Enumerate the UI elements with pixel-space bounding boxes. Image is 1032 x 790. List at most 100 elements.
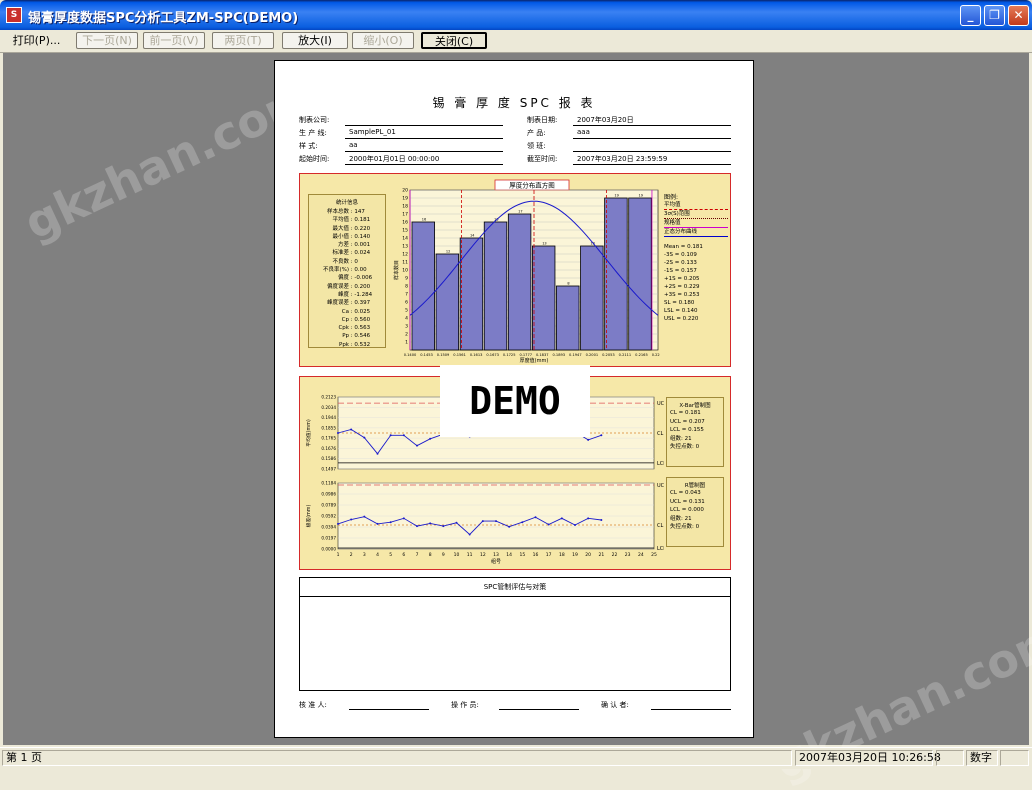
stat-label: 不良率(%) bbox=[322, 267, 349, 274]
x-tick-label: 0.1777 bbox=[519, 353, 532, 357]
x-tick-label: 0.1837 bbox=[536, 353, 549, 357]
r-point bbox=[442, 525, 445, 528]
stat-value: : 0.560 bbox=[349, 316, 371, 323]
y-tick-label: 3 bbox=[405, 324, 408, 330]
y-tick-label: 9 bbox=[405, 276, 408, 282]
r-point bbox=[455, 521, 458, 524]
y-axis-label: 样本数目 bbox=[393, 260, 400, 280]
stat-value: : 0.00 bbox=[349, 267, 367, 274]
minimize-button[interactable]: _ bbox=[960, 5, 981, 26]
y-tick-label: 2 bbox=[405, 332, 408, 338]
y-tick-label: 1 bbox=[405, 340, 408, 346]
info-row: UCL = 0.131 bbox=[670, 498, 705, 505]
evaluation-title: SPC管制评估与对策 bbox=[300, 578, 730, 597]
signature-line bbox=[499, 709, 579, 710]
xbar-point bbox=[402, 434, 405, 437]
status-datetime: 2007年03月20日 10:26:58 bbox=[795, 750, 941, 766]
ucl-label: UCL bbox=[657, 401, 664, 407]
stat-label: 不良数 bbox=[332, 258, 349, 265]
stat-label: Cpk bbox=[338, 325, 349, 332]
xbar-point bbox=[389, 434, 392, 437]
stat-row: 标准差 : 0.024 bbox=[311, 249, 383, 257]
legend-items: 平均值 3σ(S)范围 规格值 正态分布曲线 bbox=[664, 201, 728, 237]
histogram-bar bbox=[483, 221, 508, 351]
zoom-out-button[interactable]: 缩小(O) bbox=[352, 32, 414, 49]
x-tick-label: 5 bbox=[389, 552, 392, 558]
stat-value: : 0.001 bbox=[349, 242, 371, 249]
y-tick-label: 0.2123 bbox=[321, 395, 336, 400]
print-button[interactable]: 打印(P)... bbox=[3, 32, 70, 49]
stat-row: Pp : 0.546 bbox=[311, 332, 383, 340]
title-bar: S 锡膏厚度数据SPC分析工具ZM-SPC(DEMO) _ ❐ ✕ bbox=[0, 0, 1032, 30]
size-grip[interactable] bbox=[1000, 750, 1029, 766]
x-tick-label: 13 bbox=[493, 552, 499, 558]
x-tick-label: 15 bbox=[519, 552, 525, 558]
y-tick-label: 20 bbox=[402, 188, 408, 194]
y-tick-label: 0.0394 bbox=[321, 525, 336, 530]
stat-row: 不良率(%) : 0.00 bbox=[311, 266, 383, 274]
stats-box: 统计信息 样本总数 : 147 平均值 : 0.181 最大值 : 0.220 最小值… bbox=[308, 194, 386, 348]
y-tick-label: 14 bbox=[402, 236, 408, 242]
demo-stamp: DEMO bbox=[440, 365, 590, 437]
restore-button[interactable]: ❐ bbox=[984, 5, 1005, 26]
r-point bbox=[429, 522, 432, 525]
r-point bbox=[508, 525, 511, 528]
legend-value: +2S = 0.229 bbox=[664, 284, 700, 290]
divider bbox=[573, 125, 731, 126]
y-tick-label: 0.0789 bbox=[321, 503, 336, 508]
r-point bbox=[547, 523, 550, 526]
next-page-button[interactable]: 下一页(N) bbox=[76, 32, 138, 49]
stat-row: 最小值 : 0.140 bbox=[311, 233, 383, 241]
y-tick-label: 0.1765 bbox=[321, 436, 336, 441]
stat-row: 平均值 : 0.181 bbox=[311, 216, 383, 224]
x-tick-label: 2 bbox=[350, 552, 353, 558]
x-axis-label: 组号 bbox=[491, 558, 501, 565]
y-tick-label: 19 bbox=[402, 196, 408, 202]
end-value: 2007年03月20日 23:59:59 bbox=[577, 155, 668, 163]
evaluation-box: SPC管制评估与对策 bbox=[299, 577, 731, 691]
app-icon[interactable]: S bbox=[6, 7, 22, 23]
y-tick-label: 0.1586 bbox=[321, 456, 336, 461]
sample-label: 样 式: bbox=[299, 142, 318, 150]
y-tick-label: 10 bbox=[402, 268, 408, 274]
legend-value: +1S = 0.205 bbox=[664, 276, 700, 282]
x-tick-label: 16 bbox=[533, 552, 539, 558]
stat-label: 标准差 bbox=[332, 250, 349, 257]
close-preview-button[interactable]: 关闭(C) bbox=[421, 32, 487, 49]
prev-page-button[interactable]: 前一页(V) bbox=[143, 32, 205, 49]
info-row: 失控点数: 0 bbox=[670, 524, 700, 530]
stat-row: 偏度 : -0.006 bbox=[311, 274, 383, 282]
zoom-in-button[interactable]: 放大(I) bbox=[282, 32, 348, 49]
line-value: SamplePL_01 bbox=[349, 128, 396, 136]
close-window-button[interactable]: ✕ bbox=[1008, 5, 1029, 26]
legend-value: SL = 0.180 bbox=[664, 300, 695, 306]
y-tick-label: 11 bbox=[402, 260, 408, 266]
x-tick-label: 6 bbox=[402, 552, 405, 558]
stat-value: : 0.563 bbox=[349, 325, 371, 332]
x-tick-label: 9 bbox=[442, 552, 445, 558]
legend-value: Mean = 0.181 bbox=[664, 244, 703, 250]
divider bbox=[345, 138, 503, 139]
info-row: CL = 0.181 bbox=[670, 410, 701, 416]
start-label: 起始时间: bbox=[299, 155, 330, 163]
stat-label: 峰度 bbox=[337, 291, 349, 298]
x-tick-label: 0.2111 bbox=[619, 353, 632, 357]
signature-line bbox=[651, 709, 731, 710]
info-row: LCL = 0.155 bbox=[670, 427, 704, 433]
stat-label: 样本总数 bbox=[326, 209, 349, 215]
x-tick-label: 22 bbox=[612, 552, 618, 558]
r-point bbox=[521, 521, 524, 524]
x-tick-label: 0.2053 bbox=[602, 353, 615, 357]
y-tick-label: 0.1497 bbox=[321, 467, 336, 472]
histogram-bar bbox=[628, 197, 652, 351]
x-tick-label: 12 bbox=[480, 552, 486, 558]
x-tick-label: 18 bbox=[559, 552, 565, 558]
y-tick-label: 12 bbox=[402, 252, 408, 258]
y-tick-label: 0.2034 bbox=[321, 405, 336, 410]
histogram-bar bbox=[507, 213, 532, 351]
legend-value: +3S = 0.253 bbox=[664, 292, 700, 298]
stat-label: 偏度误差 bbox=[326, 283, 349, 290]
lcl-label: LCL bbox=[657, 546, 664, 552]
two-page-button[interactable]: 两页(T) bbox=[212, 32, 274, 49]
bar-value-label: 19 bbox=[639, 194, 643, 198]
